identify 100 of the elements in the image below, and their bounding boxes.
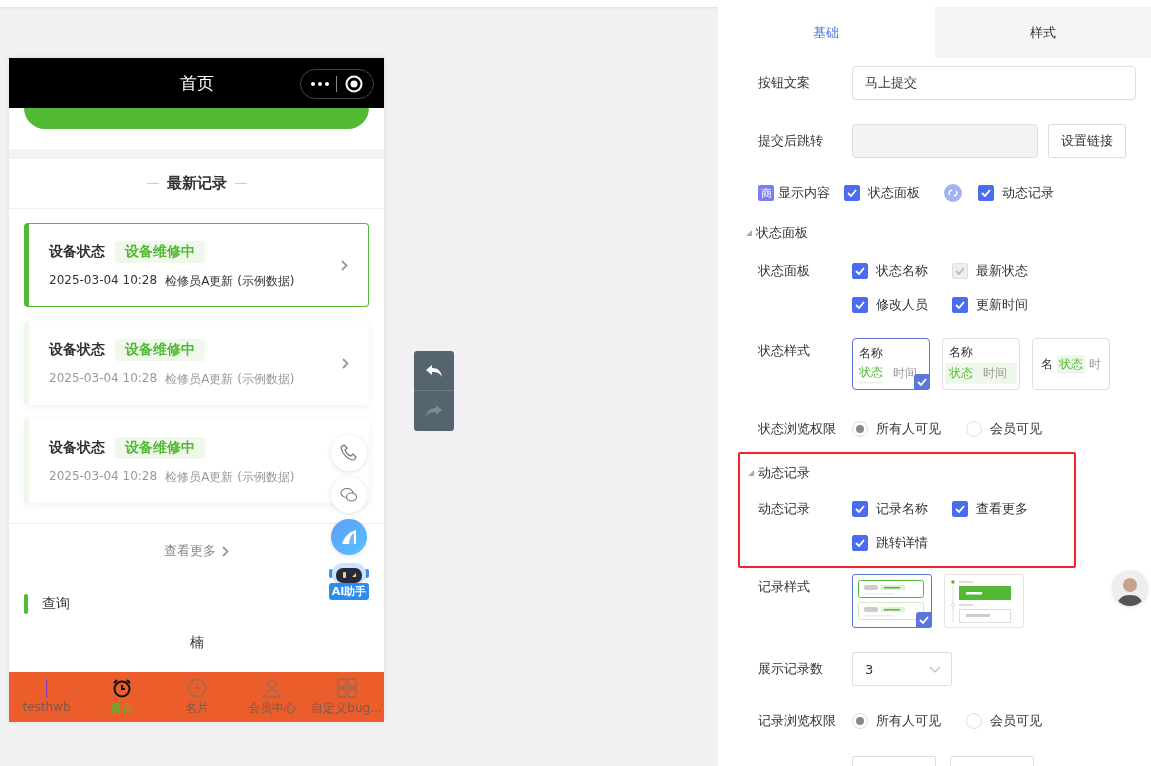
badge-icon: 商 (758, 185, 774, 201)
checkbox[interactable] (952, 501, 968, 517)
robot-icon (327, 561, 371, 585)
grid-icon (336, 677, 357, 698)
field-label: 提交后跳转 (758, 132, 824, 150)
record-time: 2025-03-04 10:28 (49, 468, 158, 485)
record-note: 检修员A更新 (示例数据) (165, 468, 295, 486)
tick-icon (955, 505, 965, 513)
status-text: 状态 (949, 365, 973, 382)
view-more-link[interactable]: 查看更多 (164, 542, 216, 560)
collapse-icon (748, 470, 754, 476)
option-label: 查看更多 (976, 500, 1028, 518)
field-label: 展示记录数 (758, 660, 824, 678)
line-icon (45, 680, 48, 698)
chevron-right-icon (342, 357, 349, 369)
checkbox[interactable] (852, 297, 868, 313)
check-icon (916, 612, 932, 628)
collapse-icon (746, 230, 752, 236)
record-name: 设备状态 (49, 242, 105, 261)
checkbox[interactable] (852, 501, 868, 517)
record-time: 2025-03-04 10:28 (49, 272, 158, 289)
option-label: 更新时间 (976, 296, 1028, 314)
record-name: 设备状态 (49, 340, 105, 359)
tick-icon (855, 539, 865, 547)
tick-icon (955, 267, 965, 275)
query-title: 查询 (42, 595, 70, 613)
record-card[interactable]: 设备状态 设备维修中 2025-03-04 10:28 检修员A更新 (示例数据) (24, 321, 369, 405)
checkbox[interactable] (852, 263, 868, 279)
count-select[interactable]: 3 (852, 652, 952, 686)
field-label: 显示内容 (778, 184, 830, 202)
checkbox[interactable] (978, 185, 994, 201)
option-label: 状态名称 (876, 262, 928, 280)
more-icon (310, 82, 329, 86)
time-text: 时间 (983, 365, 1007, 382)
chevron-right-icon (341, 259, 348, 271)
chat-icon (340, 487, 358, 503)
assistant-button[interactable] (331, 519, 367, 555)
field-label: 状态面板 (758, 262, 811, 280)
record-time: 2025-03-04 10:28 (49, 370, 158, 387)
option-label: 记录名称 (876, 500, 928, 518)
set-link-button[interactable]: 设置链接 (1048, 124, 1126, 158)
checkbox[interactable] (844, 185, 860, 201)
section-title: 状态面板 (756, 224, 808, 242)
query-text: 楠 (188, 634, 205, 652)
option-label: 所有人可见 (876, 712, 941, 730)
tick-icon (955, 301, 965, 309)
field-label: 状态样式 (758, 342, 811, 360)
tick-icon (855, 505, 865, 513)
tick-icon (981, 189, 991, 197)
field-label: 记录浏览权限 (758, 712, 837, 730)
chevron-right-icon (222, 545, 229, 557)
record-name: 设备状态 (49, 438, 105, 457)
redo-icon (425, 404, 443, 418)
chat-button[interactable] (331, 477, 367, 513)
clock-icon (186, 677, 207, 698)
chevron-down-icon (929, 665, 941, 673)
settings-tab[interactable]: 样式 (934, 7, 1151, 58)
record-card[interactable]: 设备状态 设备维修中 2025-03-04 10:28 检修员A更新 (示例数据) (24, 419, 369, 503)
phone-icon (340, 444, 358, 462)
status-tag: 设备维修中 (115, 436, 205, 459)
record-note: 检修员A更新 (示例数据) (165, 272, 295, 290)
status-tag: 设备维修中 (115, 338, 205, 361)
record-note: 检修员A更新 (示例数据) (165, 370, 295, 388)
undo-icon (425, 363, 443, 378)
target-icon (345, 75, 364, 93)
status-tag: 设备维修中 (115, 240, 205, 263)
time-text: 时 (1089, 355, 1101, 373)
option-label: 会员可见 (990, 712, 1042, 730)
option-label: 会员可见 (990, 420, 1042, 438)
option-label: 状态面板 (868, 184, 920, 202)
card-name: 名称 (859, 344, 884, 362)
sail-icon (340, 529, 358, 545)
field-label: 记录样式 (758, 578, 811, 596)
option-label: 最新状态 (976, 262, 1028, 280)
avatar[interactable] (1113, 572, 1147, 606)
field-label: 动态记录 (758, 500, 811, 518)
style-option[interactable]: 名称 状态 时间 (942, 338, 1020, 390)
check-icon (914, 374, 930, 390)
option-label: 跳转详情 (876, 534, 928, 552)
link-field[interactable] (852, 124, 1038, 158)
record-card[interactable]: 设备状态 设备维修中 2025-03-04 10:28 检修员A更新 (示例数据) (24, 223, 369, 307)
card-name: 名称 (949, 344, 974, 361)
field-label: 状态浏览权限 (758, 420, 837, 438)
button-text-field[interactable]: 马上提交 (852, 66, 1136, 100)
style-option[interactable]: 名 状态 时 (1032, 338, 1110, 390)
user-icon (261, 677, 282, 698)
card-name: 名 (1041, 355, 1053, 373)
checkbox[interactable] (952, 297, 968, 313)
checkbox[interactable] (852, 535, 868, 551)
option-label: 所有人可见 (876, 420, 941, 438)
link-icon (944, 184, 962, 202)
tick-icon (855, 301, 865, 309)
submit-button[interactable] (24, 108, 369, 129)
tick-icon (855, 267, 865, 275)
section-title: 动态记录 (758, 464, 810, 482)
status-text: 状态 (859, 363, 883, 384)
option-label: 动态记录 (1002, 184, 1054, 202)
record-style-option[interactable] (852, 574, 932, 628)
status-tag: 状态 (1057, 354, 1085, 374)
section-title: 最新记录 (166, 174, 227, 193)
